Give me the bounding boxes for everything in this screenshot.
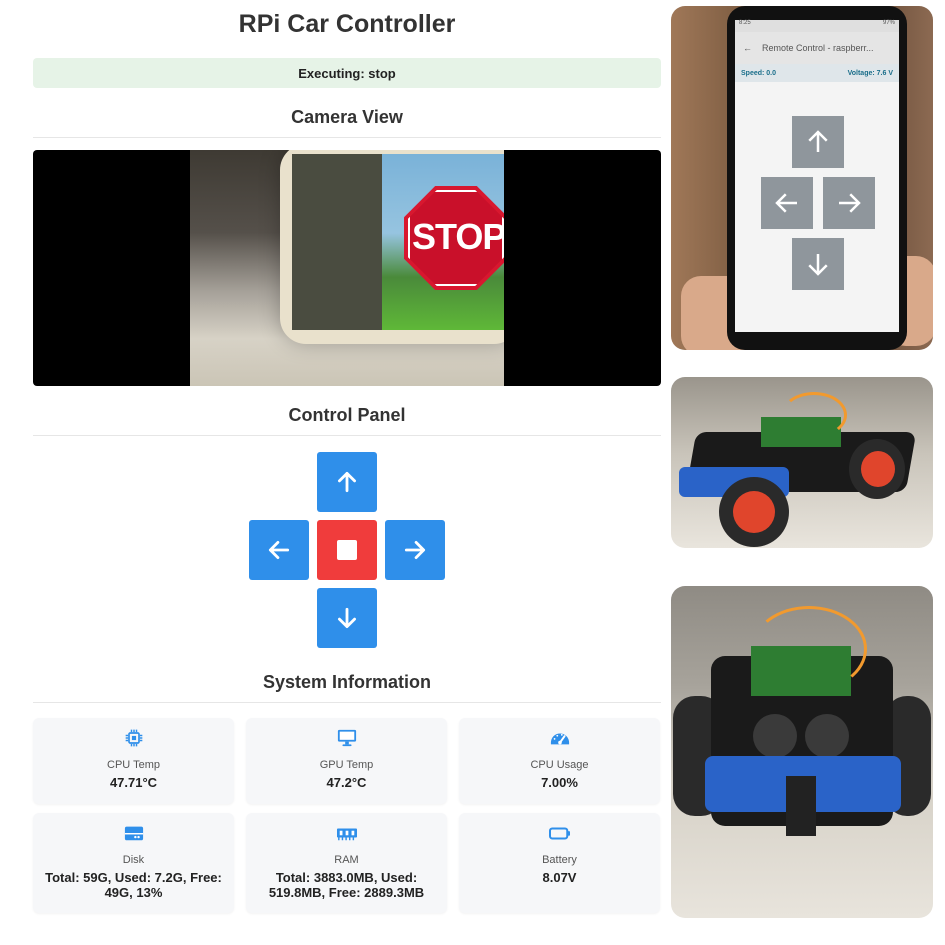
disk-card: Disk Total: 59G, Used: 7.2G, Free: 49G, …: [33, 813, 234, 913]
system-section-title: System Information: [262, 672, 432, 692]
phone-speed: Speed: 0.0: [741, 69, 777, 77]
arrow-right-icon: [839, 193, 861, 213]
stop-sign-text: STOP: [412, 216, 504, 257]
memory-icon-wrap: [246, 823, 447, 845]
robot-car-front-photo: [671, 586, 933, 918]
phone-app-title: Remote Control - raspberr...: [762, 43, 874, 53]
stop-sign-icon: STOP: [404, 186, 504, 290]
monitor-icon-wrap: [246, 728, 447, 750]
car-hub: [733, 491, 775, 533]
memory-icon: [336, 828, 357, 841]
battery-icon: [548, 827, 570, 840]
ultrasonic-sensor-left: [753, 714, 797, 758]
stop-square-icon: [337, 540, 357, 560]
cpu-usage-value: 7.00%: [541, 775, 578, 790]
ram-value: Total: 3883.0MB, Used: 519.8MB, Free: 28…: [268, 870, 425, 900]
arrow-right-icon: [404, 541, 426, 559]
battery-icon-wrap: [459, 823, 660, 845]
cpu-icon-wrap: [33, 728, 234, 750]
divider: [33, 702, 661, 703]
arrow-left-icon: [268, 541, 290, 559]
car-hub: [861, 451, 895, 487]
camera-view: STOP: [33, 150, 661, 386]
hard-drive-icon-wrap: [33, 823, 234, 845]
cpu-usage-label: CPU Usage: [530, 759, 589, 771]
status-banner: Executing: stop: [33, 58, 661, 88]
back-arrow-icon: ←: [743, 43, 752, 53]
phone-app-bar: ← Remote Control - raspberr...: [735, 32, 899, 64]
robot-car-side-photo: [671, 377, 933, 548]
gauge-icon-wrap: [459, 728, 660, 750]
phone-status-time: 8:25: [739, 20, 751, 26]
arrow-left-icon: [775, 193, 797, 213]
car-wires: [781, 392, 847, 438]
backward-button[interactable]: [317, 588, 377, 648]
ultrasonic-sensor-right: [805, 714, 849, 758]
status-text: Executing: stop: [298, 65, 396, 81]
phone-info-bar: Speed: 0.0 Voltage: 7.6 V: [735, 64, 899, 82]
cpu-temp-card: CPU Temp 47.71°C: [33, 718, 234, 804]
gpu-temp-label: GPU Temp: [319, 759, 374, 771]
phone-screen: 8:25 97% ← Remote Control - raspberr... …: [735, 20, 899, 332]
phone-up-button: [792, 116, 844, 168]
camera-section-title: Camera View: [291, 107, 403, 127]
disk-value: Total: 59G, Used: 7.2G, Free: 49G, 13%: [45, 870, 222, 900]
ram-label: RAM: [334, 854, 359, 866]
car-wires: [751, 606, 867, 692]
camera-phone-bezel: [292, 154, 384, 330]
camera-frame: STOP: [190, 150, 504, 386]
forward-button[interactable]: [317, 452, 377, 512]
phone-status-battery: 97%: [882, 20, 895, 26]
gauge-icon: [550, 733, 569, 745]
cpu-temp-label: CPU Temp: [107, 759, 160, 771]
hard-drive-icon: [124, 826, 143, 841]
disk-label: Disk: [122, 854, 145, 866]
camera-phone-screen: STOP: [382, 154, 504, 330]
stop-button[interactable]: [317, 520, 377, 580]
phone-status-bar: 8:25 97%: [735, 20, 899, 32]
battery-value: 8.07V: [542, 870, 577, 885]
right-button[interactable]: [385, 520, 445, 580]
gpu-temp-value: 47.2°C: [326, 775, 367, 790]
arrow-down-icon: [808, 254, 828, 276]
phone-right-button: [823, 177, 875, 229]
cpu-usage-card: CPU Usage 7.00%: [459, 718, 660, 804]
divider: [33, 137, 661, 138]
cpu-temp-value: 47.71°C: [109, 775, 158, 790]
arrow-down-icon: [338, 607, 356, 629]
phone-down-button: [792, 238, 844, 290]
battery-card: Battery 8.07V: [459, 813, 660, 913]
phone-app-photo: 8:25 97% ← Remote Control - raspberr... …: [671, 6, 933, 350]
phone-voltage: Voltage: 7.6 V: [847, 69, 893, 77]
gpu-temp-card: GPU Temp 47.2°C: [246, 718, 447, 804]
battery-label: Battery: [542, 854, 577, 866]
camera-module: [786, 776, 816, 836]
cpu-icon: [125, 729, 142, 747]
arrow-up-icon: [808, 130, 828, 152]
page-title: RPi Car Controller: [238, 10, 456, 38]
left-button[interactable]: [249, 520, 309, 580]
ram-card: RAM Total: 3883.0MB, Used: 519.8MB, Free…: [246, 813, 447, 913]
phone-left-button: [761, 177, 813, 229]
control-section-title: Control Panel: [288, 405, 406, 425]
arrow-up-icon: [338, 471, 356, 493]
monitor-icon: [337, 729, 356, 747]
divider: [33, 435, 661, 436]
